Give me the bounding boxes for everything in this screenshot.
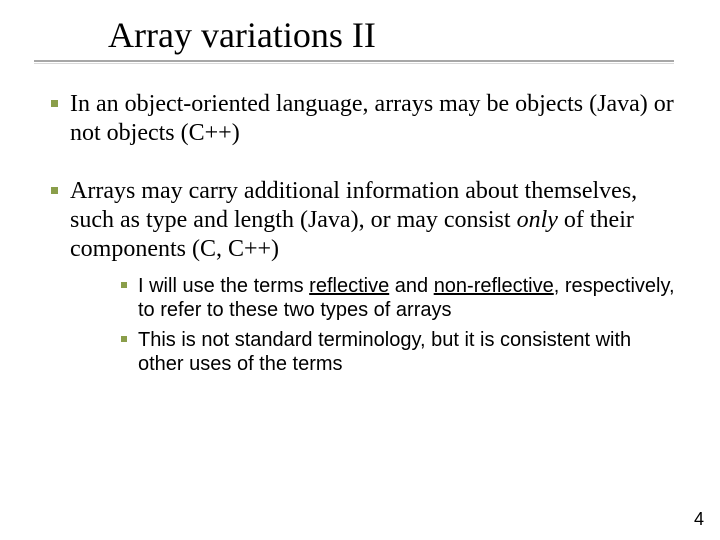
bullet-text: In an object-oriented language, arrays m… (70, 90, 678, 149)
sub-bullet-list: I will use the terms reflective and non-… (110, 274, 678, 376)
bullet-square-icon (38, 177, 70, 194)
bullet-square-icon (38, 90, 70, 107)
bullet-square-icon (110, 274, 138, 288)
sub-bullet-text: This is not standard terminology, but it… (138, 328, 678, 376)
slide-body: In an object-oriented language, arrays m… (38, 90, 678, 410)
sub-bullet-text: I will use the terms reflective and non-… (138, 274, 678, 322)
slide: Array variations II In an object-oriente… (0, 0, 720, 540)
bullet-item: Arrays may carry additional information … (38, 177, 678, 383)
text-fragment: and (389, 275, 433, 297)
text-underline: reflective (309, 275, 389, 297)
bullet-item: In an object-oriented language, arrays m… (38, 90, 678, 149)
text-italic: only (517, 207, 558, 233)
title-underline (34, 60, 674, 62)
text-underline: non-reflective (434, 275, 554, 297)
text-fragment: I will use the terms (138, 275, 309, 297)
bullet-square-icon (110, 328, 138, 342)
page-number: 4 (694, 509, 704, 530)
slide-title: Array variations II (108, 14, 376, 56)
sub-bullet-item: This is not standard terminology, but it… (110, 328, 678, 376)
bullet-text: Arrays may carry additional information … (70, 177, 678, 383)
sub-bullet-item: I will use the terms reflective and non-… (110, 274, 678, 322)
